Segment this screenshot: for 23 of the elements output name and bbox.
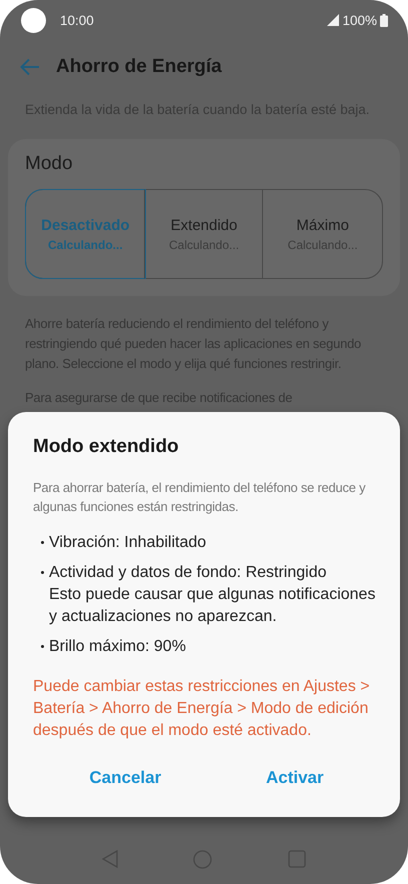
back-icon[interactable] bbox=[102, 850, 118, 868]
bullet-icon bbox=[41, 645, 44, 648]
dialog-button[interactable]: Activar bbox=[254, 760, 336, 796]
dialog-button[interactable]: Cancelar bbox=[77, 760, 174, 796]
bullet-note: Esto puede causar que algunas notificaciones y actualizaciones no aparezcan. bbox=[49, 585, 376, 627]
bullet-icon bbox=[41, 571, 44, 574]
bullet-text: Actividad y datos de fondo: Restringido bbox=[49, 563, 328, 583]
bullet-icon bbox=[41, 541, 44, 544]
camera-cutout bbox=[21, 8, 46, 32]
status-time: 10:00 bbox=[60, 12, 94, 28]
recents-icon[interactable] bbox=[288, 850, 306, 868]
home-icon[interactable] bbox=[193, 850, 212, 868]
bullet-text: Vibración: Inhabilitado bbox=[49, 533, 206, 553]
warning-text: Puede cambiar estas restricciones en Ajustes > Batería > Ahorro de Energía > Modo de edición después de que el modo esté activado. bbox=[33, 677, 371, 741]
bullet-text: Brillo máximo: 90% bbox=[49, 637, 186, 657]
dialog-description: Para ahorrar batería, el rendimiento del teléfono se reduce y algunas funciones están restringidas. bbox=[33, 479, 366, 516]
dialog-title: Modo extendido bbox=[33, 436, 180, 458]
page-title: Ahorro de Energía bbox=[56, 56, 222, 78]
back-arrow-icon[interactable] bbox=[20, 58, 40, 76]
signal-icon bbox=[327, 14, 340, 26]
battery-icon bbox=[380, 14, 388, 26]
card-title: Modo bbox=[25, 153, 74, 175]
battery-percent: 100% bbox=[342, 12, 377, 28]
